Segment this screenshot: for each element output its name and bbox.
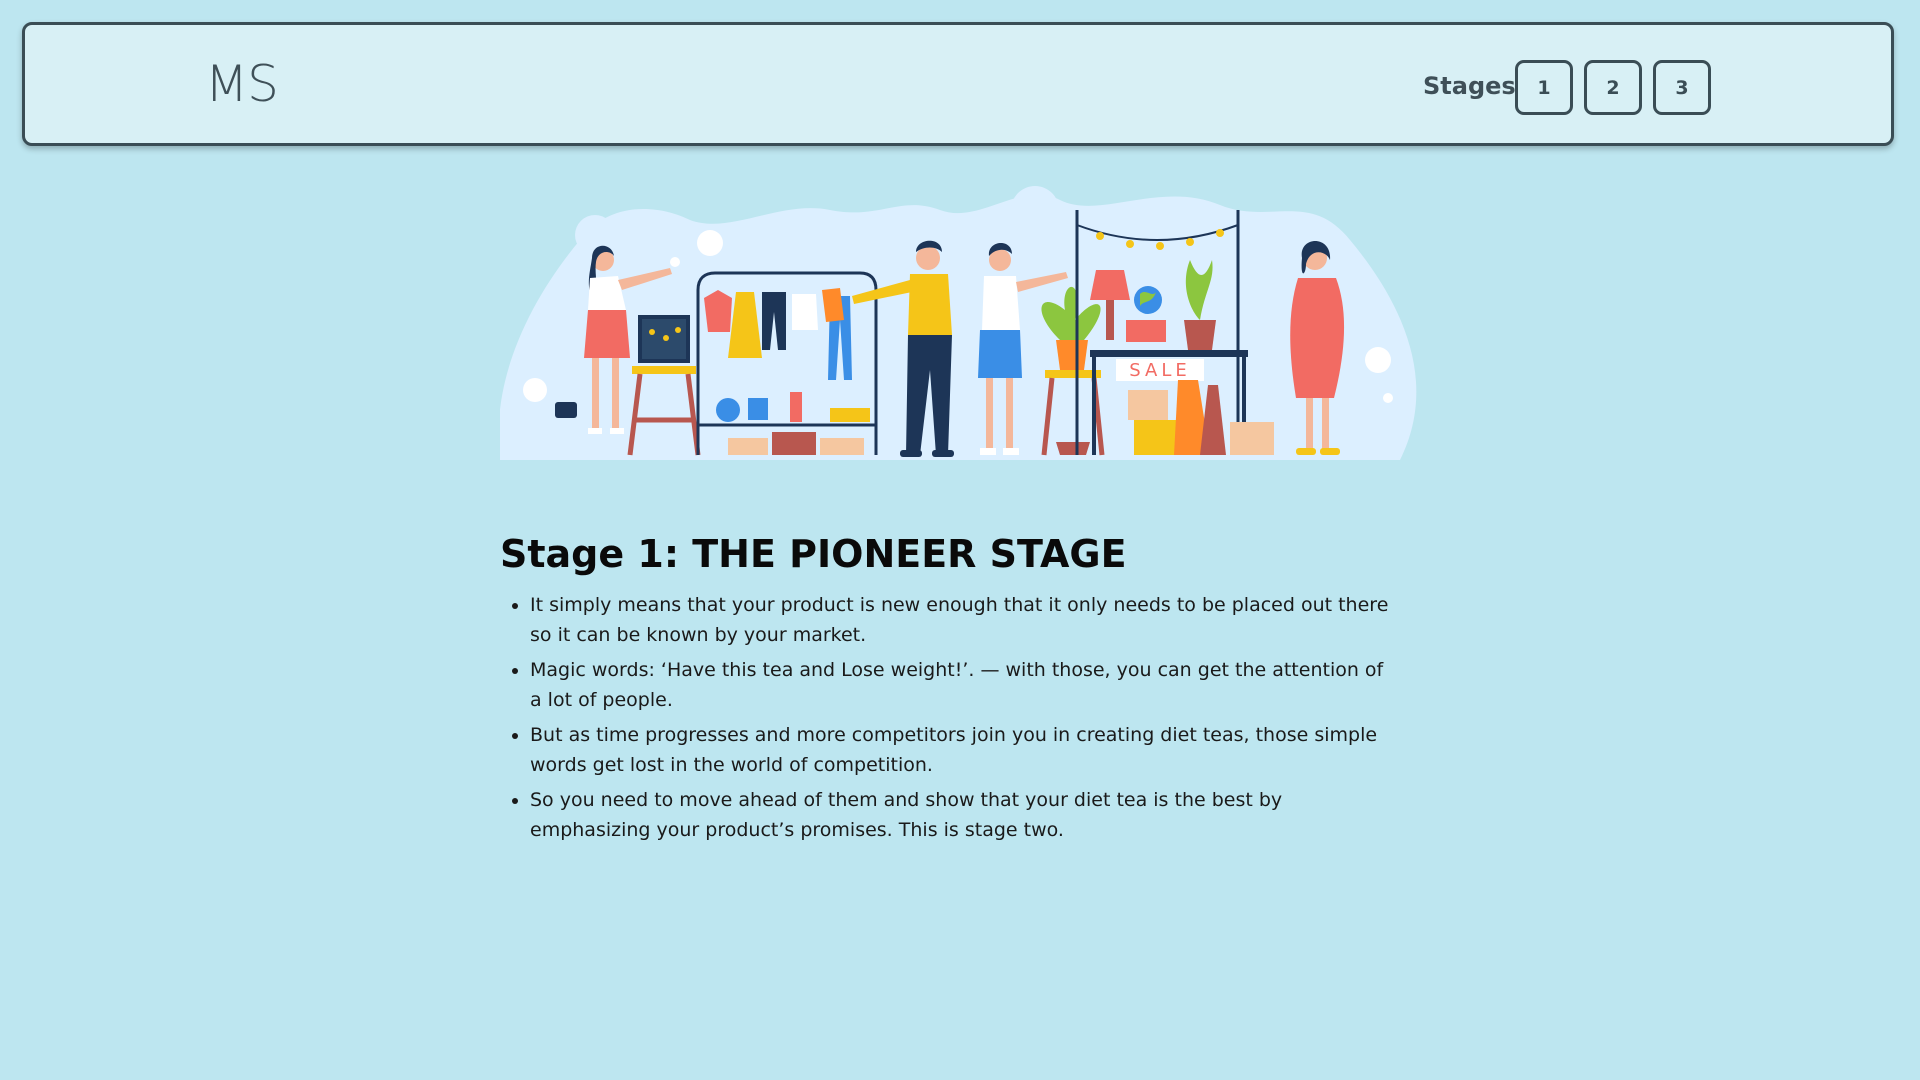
stages-label: Stages	[1423, 72, 1516, 100]
stage-1-button[interactable]: 1	[1515, 60, 1573, 115]
sale-sign-text: SALE	[1129, 360, 1190, 381]
stage-2-button[interactable]: 2	[1584, 60, 1642, 115]
stage-title: Stage 1: THE PIONEER STAGE	[500, 532, 1127, 576]
stage-3-button[interactable]: 3	[1653, 60, 1711, 115]
list-item: So you need to move ahead of them and sh…	[530, 785, 1400, 845]
site-logo[interactable]: MS	[205, 59, 279, 109]
garage-sale-illustration: SALE	[500, 186, 1417, 460]
stage-points-list: It simply means that your product is new…	[500, 590, 1400, 845]
list-item: Magic words: ‘Have this tea and Lose wei…	[530, 655, 1400, 715]
stage-content: Stage 1: THE PIONEER STAGE It simply mea…	[500, 528, 1400, 850]
top-nav-bar: MS Stages 1 2 3	[22, 22, 1894, 146]
list-item: It simply means that your product is new…	[530, 590, 1400, 650]
list-item: But as time progresses and more competit…	[530, 720, 1400, 780]
